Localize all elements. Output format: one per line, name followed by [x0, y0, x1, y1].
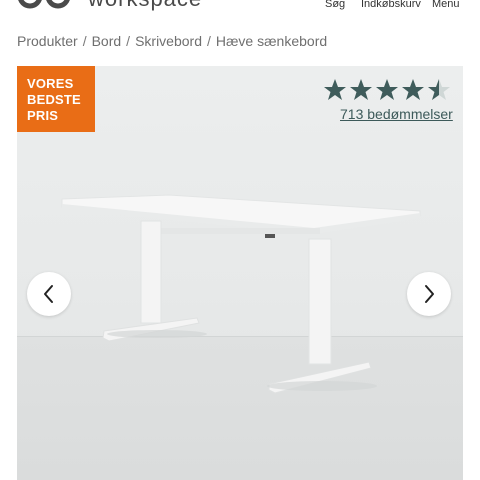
breadcrumb-separator: /	[82, 33, 87, 49]
badge-line: BEDSTE	[27, 92, 81, 107]
reviews-link[interactable]: 713 bedømmelser	[340, 106, 453, 122]
badge-line: VORES	[27, 76, 74, 91]
chevron-right-icon	[425, 285, 434, 303]
star-full-icon	[324, 79, 346, 100]
chevron-left-icon	[44, 285, 53, 303]
star-half-icon	[428, 79, 450, 100]
breadcrumb-item-produkter[interactable]: Produkter	[17, 33, 78, 49]
star-full-icon	[376, 79, 398, 100]
breadcrumb-item-bord[interactable]: Bord	[92, 33, 122, 49]
best-price-badge: VORES BEDSTE PRIS	[17, 66, 95, 132]
breadcrumb: Produkter / Bord / Skrivebord / Hæve sænkebord	[17, 33, 327, 49]
breadcrumb-item-current: Hæve sænkebord	[215, 33, 328, 49]
previous-image-button[interactable]	[27, 272, 71, 316]
menu-link[interactable]: Menu	[432, 0, 460, 10]
search-link[interactable]: Søg	[325, 0, 345, 10]
cart-link[interactable]: Indkøbskurv	[361, 0, 421, 10]
breadcrumb-separator: /	[126, 33, 131, 49]
logo-text[interactable]: workspace	[88, 0, 202, 12]
rating-stars	[323, 78, 453, 102]
star-full-icon	[402, 79, 424, 100]
badge-line: PRIS	[27, 108, 59, 123]
product-image-gallery[interactable]: VORES BEDSTE PRIS 713 bedømmelser	[17, 66, 463, 480]
star-full-icon	[350, 79, 372, 100]
next-image-button[interactable]	[407, 272, 451, 316]
breadcrumb-item-skrivebord[interactable]: Skrivebord	[135, 33, 202, 49]
logo-icon[interactable]	[18, 0, 78, 10]
breadcrumb-separator: /	[206, 33, 211, 49]
site-header: workspace Søg Indkøbskurv Menu	[0, 0, 480, 20]
rating-summary[interactable]: 713 bedømmelser	[323, 78, 453, 122]
